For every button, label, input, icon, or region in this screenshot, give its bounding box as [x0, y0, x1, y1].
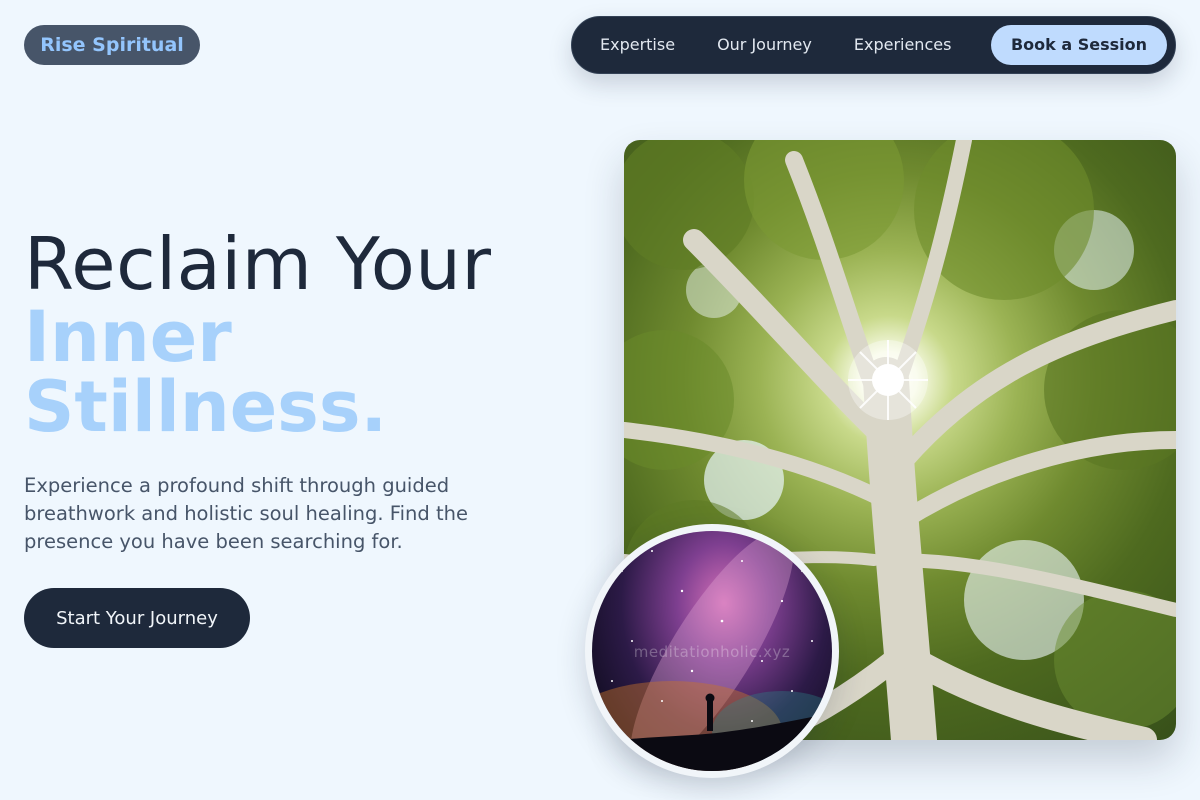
starry-sky-image: meditationholic.xyz — [592, 531, 832, 771]
top-navigation: Expertise Our Journey Experiences Book a… — [571, 16, 1176, 74]
nav-link-experiences[interactable]: Experiences — [836, 25, 970, 65]
nav-link-expertise[interactable]: Expertise — [582, 25, 693, 65]
hero-title-line-3: Stillness. — [24, 366, 388, 448]
galaxy-image-frame: meditationholic.xyz — [585, 524, 839, 778]
inset-watermark: meditationholic.xyz — [633, 643, 791, 661]
start-journey-button[interactable]: Start Your Journey — [24, 588, 250, 648]
book-session-button[interactable]: Book a Session — [990, 25, 1167, 65]
brand-logo-text: Rise Spiritual — [40, 34, 184, 56]
hero-title: Reclaim Your Inner Stillness. — [24, 228, 492, 442]
hero-title-line-1: Reclaim Your — [24, 222, 492, 306]
brand-logo[interactable]: Rise Spiritual — [24, 25, 200, 65]
hero-title-line-2: Inner — [24, 296, 232, 378]
landing-page: Rise Spiritual Expertise Our Journey Exp… — [0, 0, 1200, 800]
hero-description: Experience a profound shift through guid… — [24, 474, 468, 553]
nav-link-our-journey[interactable]: Our Journey — [693, 25, 836, 65]
start-journey-label: Start Your Journey — [56, 607, 218, 629]
